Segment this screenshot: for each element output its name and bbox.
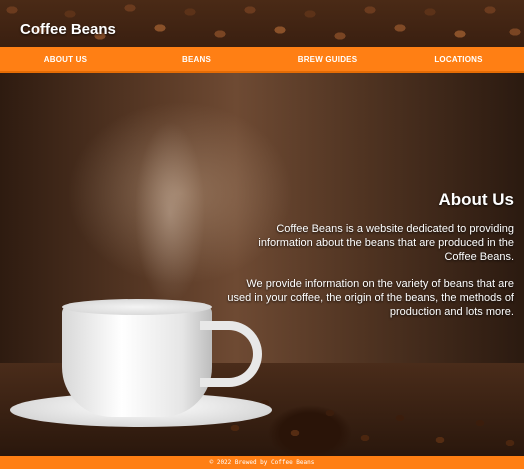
nav-item-about-us[interactable]: ABOUT US [0,55,131,64]
about-heading: About Us [438,190,514,209]
nav-item-brew-guides[interactable]: BREW GUIDES [262,55,393,64]
hero-section: About Us Coffee Beans is a website dedic… [0,73,524,456]
about-section: About Us Coffee Beans is a website dedic… [224,190,514,332]
footer: © 2022 Brewed by Coffee Beans [0,456,524,469]
coffee-cup-image [62,305,212,417]
cup-rim-image [62,299,212,315]
nav-item-locations[interactable]: LOCATIONS [393,55,524,64]
footer-text: © 2022 Brewed by Coffee Beans [209,459,315,466]
about-paragraph-1: Coffee Beans is a website dedicated to p… [258,223,514,263]
about-paragraph-2: We provide information on the variety of… [227,278,514,318]
main-nav: ABOUT US BEANS BREW GUIDES LOCATIONS [0,47,524,73]
site-title[interactable]: Coffee Beans [20,21,116,38]
nav-item-beans[interactable]: BEANS [131,55,262,64]
header-banner: Coffee Beans [0,0,524,47]
